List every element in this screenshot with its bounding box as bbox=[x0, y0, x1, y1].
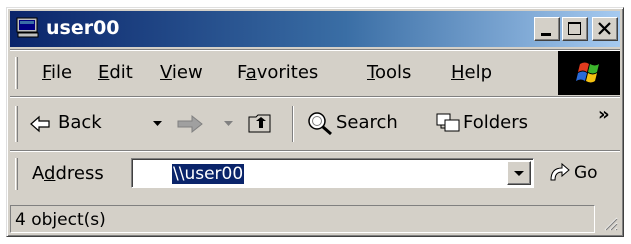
close-button[interactable] bbox=[592, 17, 618, 41]
close-icon bbox=[598, 22, 611, 35]
status-text: 4 object(s) bbox=[15, 210, 106, 230]
explorer-window: user00 File Edit View Favorites Tools He… bbox=[6, 7, 624, 237]
address-label: Address bbox=[32, 163, 104, 184]
maximize-icon bbox=[568, 22, 581, 35]
up-folder-button[interactable] bbox=[246, 110, 280, 138]
search-label: Search bbox=[336, 112, 398, 133]
menu-favorites[interactable]: Favorites bbox=[237, 62, 318, 83]
computer-icon bbox=[16, 17, 40, 39]
menu-edit[interactable]: Edit bbox=[98, 62, 133, 83]
toolbar-overflow-chevron[interactable]: » bbox=[598, 104, 610, 125]
resize-grip-icon[interactable] bbox=[602, 215, 618, 231]
forward-dropdown-arrow-icon bbox=[224, 121, 233, 126]
toolbar-separator bbox=[292, 106, 294, 142]
up-folder-icon bbox=[248, 114, 271, 133]
folders-label: Folders bbox=[463, 112, 529, 133]
search-button[interactable]: Search bbox=[306, 110, 426, 138]
menu-grip[interactable] bbox=[15, 57, 18, 89]
folders-icon bbox=[436, 113, 460, 132]
chevron-down-icon bbox=[514, 171, 524, 176]
forward-arrow-icon bbox=[177, 114, 203, 134]
go-button[interactable]: Go bbox=[546, 160, 610, 188]
go-arrow-icon bbox=[550, 162, 570, 181]
address-bar: Address \\user00 Go bbox=[10, 152, 620, 196]
status-bar: 4 object(s) bbox=[10, 205, 620, 233]
window-title: user00 bbox=[46, 17, 120, 39]
maximize-button[interactable] bbox=[562, 17, 588, 41]
go-label: Go bbox=[574, 163, 598, 183]
status-pane: 4 object(s) bbox=[10, 205, 595, 233]
forward-button[interactable] bbox=[174, 110, 244, 138]
title-bar[interactable]: user00 bbox=[10, 11, 620, 47]
menu-bar: File Edit View Favorites Tools Help bbox=[10, 51, 620, 95]
back-label: Back bbox=[58, 112, 102, 133]
minimize-icon bbox=[541, 33, 551, 36]
back-button[interactable]: Back bbox=[28, 110, 168, 138]
windows-flag-icon bbox=[558, 51, 620, 95]
folders-button[interactable]: Folders bbox=[435, 110, 560, 138]
address-dropdown-button[interactable] bbox=[507, 161, 531, 185]
menu-file[interactable]: File bbox=[42, 62, 72, 83]
address-grip[interactable] bbox=[15, 158, 18, 190]
address-input[interactable]: \\user00 bbox=[131, 158, 534, 188]
minimize-button[interactable] bbox=[534, 17, 560, 41]
back-dropdown-arrow-icon bbox=[153, 121, 162, 126]
back-arrow-icon bbox=[30, 115, 50, 133]
menu-view[interactable]: View bbox=[160, 62, 203, 83]
search-icon bbox=[308, 112, 332, 136]
menu-help[interactable]: Help bbox=[451, 62, 492, 83]
toolbar-grip[interactable] bbox=[15, 106, 18, 142]
menu-tools[interactable]: Tools bbox=[367, 62, 411, 83]
standard-toolbar: Back Search Folders » bbox=[10, 98, 620, 150]
address-value: \\user00 bbox=[172, 164, 245, 184]
